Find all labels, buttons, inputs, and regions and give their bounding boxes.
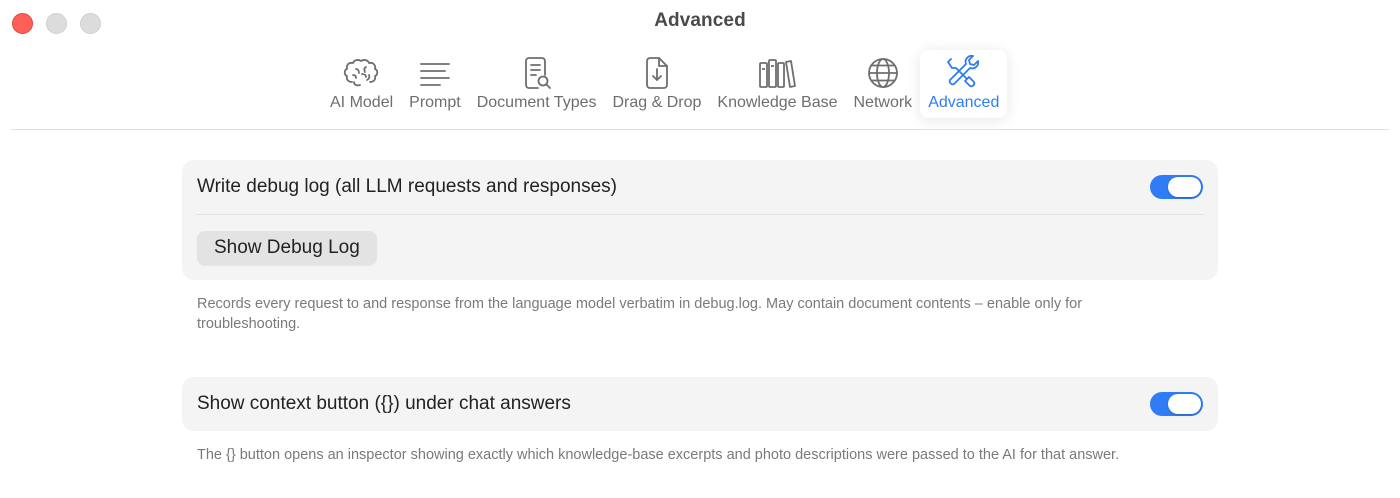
tab-label: Document Types <box>476 94 597 111</box>
tab-label: Prompt <box>409 94 461 111</box>
document-search-icon <box>517 54 557 92</box>
globe-icon <box>863 54 903 92</box>
tab-label: Network <box>853 94 913 111</box>
tab-label: Knowledge Base <box>717 94 838 111</box>
context-button-toggle[interactable] <box>1150 392 1203 416</box>
debug-log-label: Write debug log (all LLM requests and re… <box>197 176 617 197</box>
settings-window: Advanced AI Model Prompt Document Types … <box>0 0 1400 498</box>
tab-label: Advanced <box>928 94 1000 111</box>
lines-icon <box>415 54 455 92</box>
tab-document-types[interactable]: Document Types <box>469 50 605 118</box>
context-button-label: Show context button ({}) under chat answ… <box>197 393 571 414</box>
debug-log-toggle[interactable] <box>1150 175 1203 199</box>
debug-log-row: Write debug log (all LLM requests and re… <box>182 160 1218 214</box>
tab-ai-model[interactable]: AI Model <box>322 50 401 118</box>
tab-prompt[interactable]: Prompt <box>401 50 469 118</box>
tab-network[interactable]: Network <box>846 50 921 118</box>
preferences-toolbar: AI Model Prompt Document Types Drag & Dr… <box>322 50 1008 122</box>
brain-icon <box>342 54 382 92</box>
debug-log-group: Write debug log (all LLM requests and re… <box>182 160 1218 280</box>
toolbar-divider <box>11 129 1389 130</box>
row-divider <box>196 214 1204 215</box>
context-button-group: Show context button ({}) under chat answ… <box>182 377 1218 431</box>
show-debug-log-button[interactable]: Show Debug Log <box>197 231 377 265</box>
tab-label: Drag & Drop <box>612 94 702 111</box>
tools-icon <box>944 54 984 92</box>
tab-knowledge-base[interactable]: Knowledge Base <box>709 50 845 118</box>
tab-advanced[interactable]: Advanced <box>920 50 1008 118</box>
toggle-knob <box>1168 394 1201 414</box>
tab-label: AI Model <box>330 94 394 111</box>
context-button-help-text: The {} button opens an inspector showing… <box>197 447 1120 463</box>
toggle-knob <box>1168 177 1201 197</box>
window-title: Advanced <box>654 10 746 31</box>
tab-drag-drop[interactable]: Drag & Drop <box>604 50 709 118</box>
books-icon <box>757 54 797 92</box>
debug-log-help-text: Records every request to and response fr… <box>197 296 1083 332</box>
document-download-icon <box>637 54 677 92</box>
context-button-row: Show context button ({}) under chat answ… <box>182 377 1218 431</box>
